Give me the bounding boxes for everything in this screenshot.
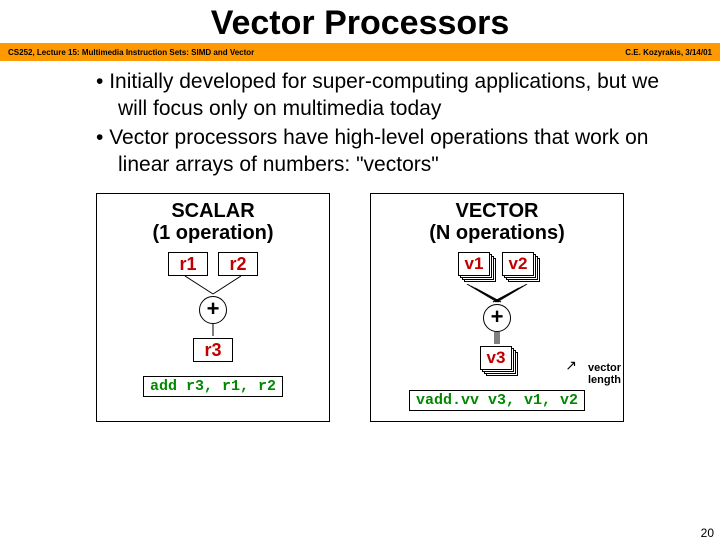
reg-v1-label: v1 — [458, 252, 490, 276]
vector-length-l1: vector — [588, 362, 621, 374]
reg-v2: v2 — [502, 252, 536, 282]
vector-wires — [447, 284, 547, 304]
vector-length-l2: length — [588, 374, 621, 386]
reg-v3-label: v3 — [480, 346, 512, 370]
bullet-list: Initially developed for super-computing … — [56, 69, 680, 179]
vector-panel: VECTOR (N operations) v1 v2 + — [370, 193, 624, 422]
reg-v3: v3 — [480, 346, 514, 376]
reg-v1: v1 — [458, 252, 492, 282]
scalar-heading: SCALAR (1 operation) — [152, 200, 273, 244]
bullet-item: Initially developed for super-computing … — [96, 69, 680, 123]
reg-v2-label: v2 — [502, 252, 534, 276]
reg-r1: r1 — [168, 252, 208, 276]
vector-length-arrow: ↗ — [565, 357, 577, 374]
scalar-panel: SCALAR (1 operation) r1 r2 + r3 add r3, … — [96, 193, 330, 422]
vector-heading: VECTOR (N operations) — [429, 200, 565, 244]
scalar-op: + — [199, 296, 227, 324]
reg-r3: r3 — [193, 338, 233, 362]
vector-heading-l1: VECTOR — [456, 200, 539, 222]
bar-right: C.E. Kozyrakis, 3/14/01 — [625, 48, 712, 57]
scalar-heading-l2: (1 operation) — [152, 222, 273, 244]
page-number: 20 — [701, 526, 714, 540]
vector-input-row: v1 v2 — [458, 252, 536, 282]
vector-wire-down — [447, 332, 547, 346]
scalar-wire-down — [163, 324, 263, 338]
vector-op: + — [483, 304, 511, 332]
bullet-item: Vector processors have high-level operat… — [96, 125, 680, 179]
slide-title: Vector Processors — [0, 4, 720, 43]
scalar-heading-l1: SCALAR — [171, 200, 254, 222]
diagram-row: SCALAR (1 operation) r1 r2 + r3 add r3, … — [0, 193, 720, 422]
vector-output-row: v3 — [480, 346, 514, 376]
bar-left: CS252, Lecture 15: Multimedia Instructio… — [8, 48, 254, 57]
vector-instruction: vadd.vv v3, v1, v2 — [409, 390, 585, 411]
vector-heading-l2: (N operations) — [429, 222, 565, 244]
vector-length-annot: vector length — [588, 362, 621, 386]
scalar-instruction: add r3, r1, r2 — [143, 376, 283, 397]
scalar-input-row: r1 r2 — [168, 252, 258, 276]
scalar-output-row: r3 — [193, 338, 233, 362]
lecture-bar: CS252, Lecture 15: Multimedia Instructio… — [0, 43, 720, 61]
reg-r2: r2 — [218, 252, 258, 276]
scalar-wires — [163, 276, 263, 296]
